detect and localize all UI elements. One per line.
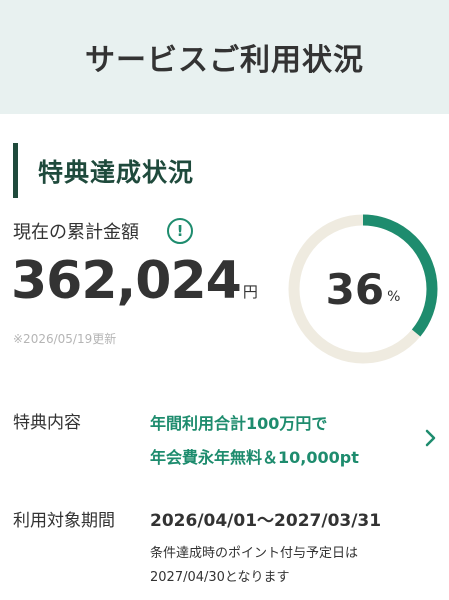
exclamation-circle-icon[interactable]: ! xyxy=(167,218,193,244)
total-amount-value: 362,024 xyxy=(11,251,242,311)
updated-date: ※2026/05/19更新 xyxy=(13,332,117,346)
benefit-line-2[interactable]: 年会費永年無料＆10,000pt xyxy=(150,444,359,468)
progress-ring-label: 36 % xyxy=(287,213,439,365)
period-label: 利用対象期間 xyxy=(13,511,115,531)
chevron-right-icon[interactable] xyxy=(421,428,441,448)
section-accent-bar xyxy=(13,143,18,198)
progress-ring: 36 % xyxy=(287,213,439,365)
progress-unit: % xyxy=(387,289,401,305)
period-value: 2026/04/01〜2027/03/31 xyxy=(150,511,382,531)
period-note-line-2: 2027/04/30となります xyxy=(150,570,290,585)
page-title: サービスご利用状況 xyxy=(85,43,364,78)
benefit-label: 特典内容 xyxy=(13,413,81,433)
total-amount-label: 現在の累計金額 xyxy=(13,222,139,243)
total-amount-row: 362,024 円 xyxy=(11,251,258,311)
period-note-line-1: 条件達成時のポイント付与予定日は xyxy=(150,546,359,561)
progress-value: 36 xyxy=(325,264,385,314)
total-amount-unit: 円 xyxy=(242,283,258,301)
section-title: 特典達成状況 xyxy=(38,158,195,187)
benefit-line-1[interactable]: 年間利用合計100万円で xyxy=(150,410,327,434)
page-header: サービスご利用状況 xyxy=(0,0,449,114)
